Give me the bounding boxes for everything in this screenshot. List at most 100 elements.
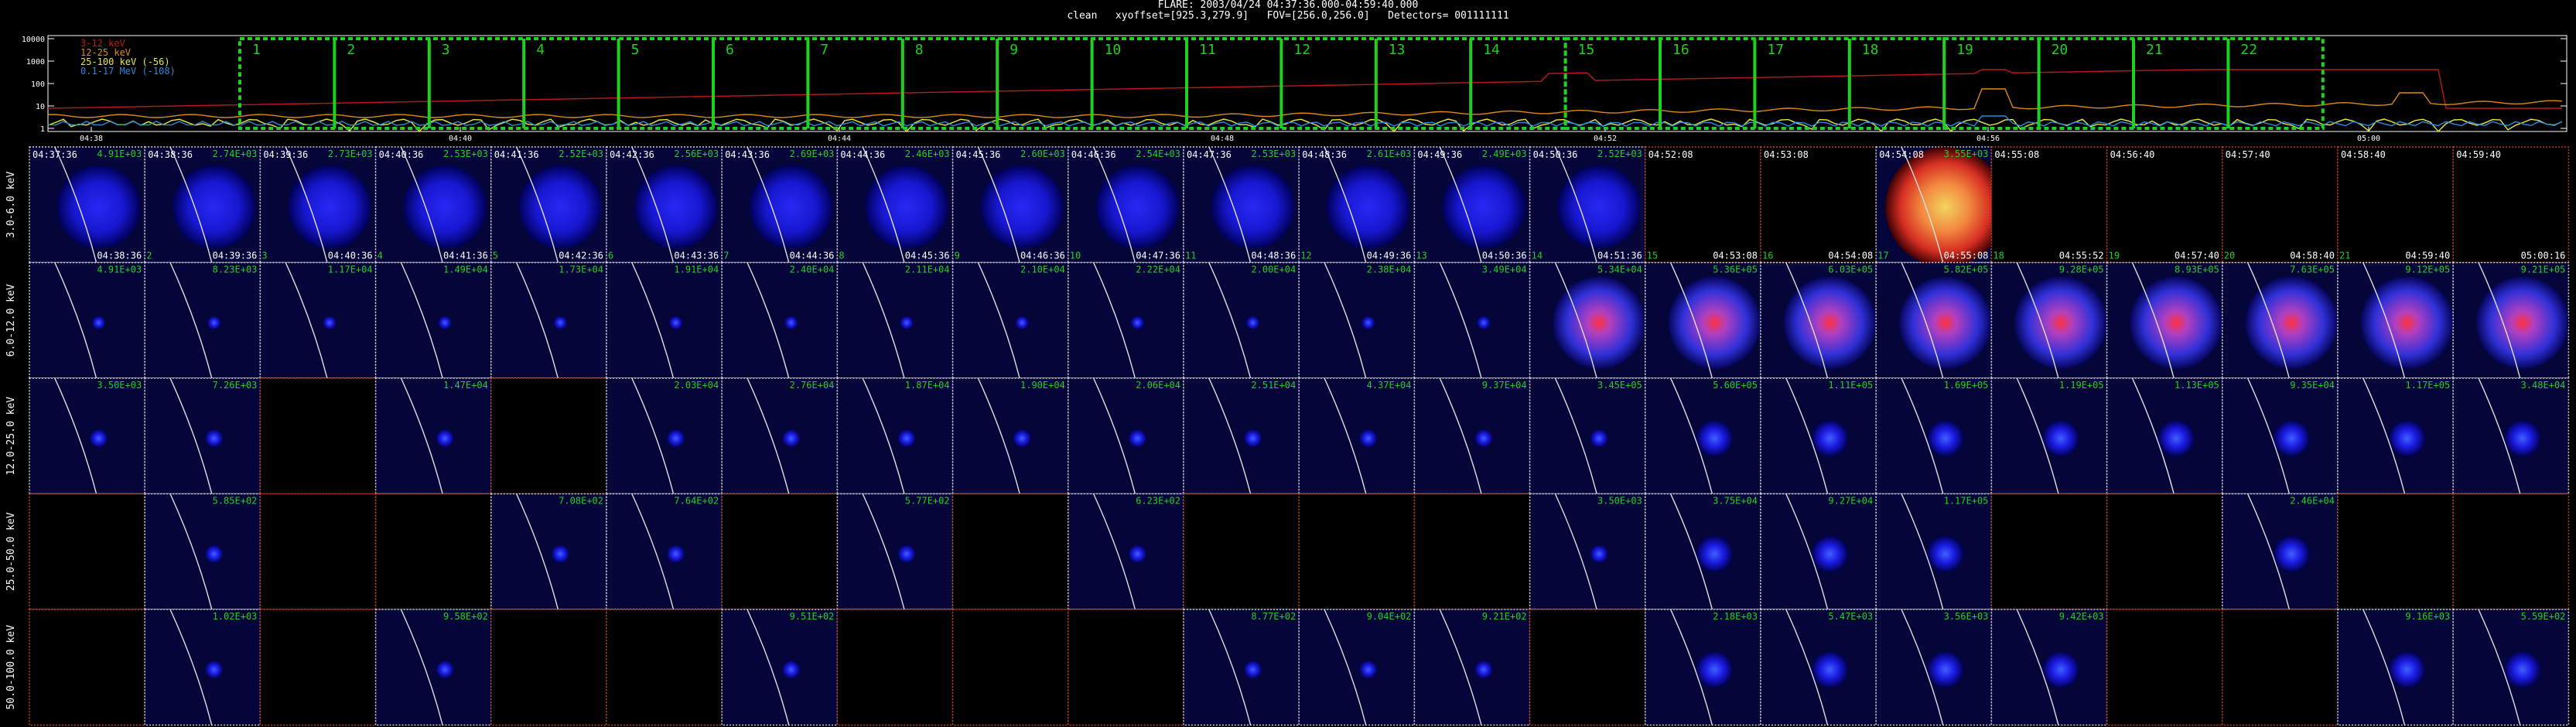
peak-counts: 2.06E+04 — [1136, 380, 1180, 391]
source-emission — [1474, 428, 1493, 448]
peak-counts: 1.11E+05 — [1828, 380, 1873, 391]
source-emission — [518, 166, 603, 249]
source-emission — [1557, 166, 1641, 249]
peak-counts: 2.49E+03 — [1482, 148, 1527, 159]
peak-counts: 2.73E+03 — [328, 148, 373, 159]
image-cell: 5.85E+02 — [144, 493, 261, 610]
end-time: 04:43:36 — [674, 251, 719, 261]
image-cell: 1.17E+04 — [259, 261, 377, 379]
image-cell: 2.54E+03 04:46:36 04:47:36 10 — [1068, 146, 1184, 264]
image-cell — [1183, 493, 1300, 610]
image-cell: 2.18E+03 — [1645, 609, 1761, 726]
image-cell: 5.60E+05 — [1645, 377, 1761, 495]
source-emission — [1128, 428, 1147, 448]
image-cell: 9.51E+02 — [721, 609, 839, 726]
peak-counts: 3.56E+03 — [1944, 611, 1989, 622]
start-time: 04:50:36 — [1533, 149, 1578, 160]
cell-frame — [721, 377, 839, 495]
interval-index: 16 — [1762, 251, 1773, 261]
peak-counts: 2.60E+03 — [1020, 148, 1065, 159]
start-time: 04:59:40 — [2456, 149, 2501, 160]
image-cell — [951, 493, 1069, 610]
image-cell: 9.42E+03 — [1990, 609, 2108, 726]
start-time: 04:37:36 — [32, 149, 77, 160]
peak-counts: 5.82E+05 — [1944, 265, 1989, 275]
interval-index: 11 — [1185, 251, 1196, 261]
peak-counts: 2.52E+03 — [1597, 148, 1642, 159]
cell-frame — [951, 609, 1069, 726]
start-time: 04:41:36 — [494, 149, 539, 160]
cell-frame — [836, 261, 954, 379]
peak-counts: 9.04E+02 — [1367, 611, 1412, 622]
peak-counts: 9.21E+02 — [1482, 611, 1527, 622]
image-cell: 04:53:08 04:54:08 16 — [1760, 146, 1877, 264]
image-cell: 3.55E+03 04:54:08 04:55:08 17 — [1875, 146, 2006, 268]
image-cell — [606, 609, 723, 726]
cell-frame — [1183, 609, 1300, 726]
peak-counts: 2.18E+03 — [1713, 611, 1758, 622]
image-cell: 9.21E+05 — [2452, 261, 2570, 379]
image-cell — [490, 609, 607, 726]
cell-frame — [1298, 261, 1416, 379]
peak-counts: 8.77E+02 — [1251, 611, 1296, 622]
peak-counts: 9.27E+04 — [1828, 496, 1873, 507]
image-cell: 1.02E+03 — [144, 609, 261, 726]
image-cell: 5.47E+03 — [1760, 609, 1877, 726]
image-cell: 04:55:08 04:55:52 18 — [1990, 146, 2108, 264]
image-cell: 2.60E+03 04:45:36 04:46:36 9 — [951, 146, 1069, 264]
peak-counts: 6.23E+02 — [1136, 496, 1180, 507]
interval-index: 2 — [146, 251, 152, 261]
end-time: 04:39:36 — [213, 251, 258, 261]
source-emission — [2157, 419, 2195, 457]
image-cell — [721, 493, 839, 610]
cell-frame — [2222, 146, 2339, 264]
peak-counts: 5.59E+02 — [2521, 611, 2566, 622]
peak-counts: 3.75E+04 — [1713, 496, 1758, 507]
cell-frame — [2106, 146, 2223, 264]
interval-index: 15 — [1647, 251, 1658, 261]
source-emission — [781, 428, 801, 448]
energy-band-label: 6.0-12.0 keV — [5, 284, 17, 357]
image-cell: 9.28E+05 — [1990, 261, 2108, 379]
image-cell — [490, 377, 607, 495]
source-emission — [1243, 428, 1262, 448]
peak-counts: 7.08E+02 — [559, 496, 603, 507]
interval-index: 17 — [1877, 251, 1888, 261]
image-cell: 2.53E+03 04:40:36 04:41:36 4 — [374, 146, 492, 264]
peak-counts: 7.63E+05 — [2290, 265, 2335, 275]
peak-counts: 3.48E+04 — [2521, 380, 2566, 391]
peak-counts: 2.40E+04 — [790, 265, 835, 275]
image-cell: 2.06E+04 — [1068, 377, 1184, 495]
image-cell: 1.73E+04 — [490, 261, 607, 379]
image-cell: 04:57:40 04:58:40 20 — [2222, 146, 2339, 264]
end-time: 04:49:36 — [1367, 251, 1412, 261]
image-cell: 8.93E+05 — [2106, 261, 2223, 379]
image-cell: 04:59:40 05:00:16 — [2452, 146, 2570, 264]
peak-counts: 9.37E+04 — [1482, 380, 1527, 391]
start-time: 04:42:36 — [610, 149, 654, 160]
image-cell: 2.73E+03 04:39:36 04:40:36 3 — [259, 146, 377, 264]
image-cell: 4.91E+03 04:37:36 04:38:36 — [29, 146, 145, 264]
cell-frame — [490, 377, 607, 495]
image-cell: 2.74E+03 04:38:36 04:39:36 2 — [144, 146, 261, 264]
image-cell: 9.35E+04 — [2222, 377, 2339, 495]
cell-frame — [1990, 146, 2108, 264]
source-emission — [1885, 147, 2006, 268]
peak-counts: 1.47E+04 — [443, 380, 488, 391]
image-cell — [259, 609, 377, 726]
peak-counts: 9.35E+04 — [2290, 380, 2335, 391]
peak-counts: 5.36E+05 — [1713, 265, 1758, 275]
image-cell — [1068, 609, 1184, 726]
image-cell: 04:52:08 04:53:08 15 — [1645, 146, 1761, 264]
image-cell: 3.75E+04 — [1645, 493, 1761, 610]
image-cell: 9.27E+04 — [1760, 493, 1877, 610]
peak-counts: 2.00E+04 — [1251, 265, 1296, 275]
image-cell — [1990, 493, 2108, 610]
peak-counts: 5.60E+05 — [1713, 380, 1758, 391]
end-time: 04:57:40 — [2175, 251, 2219, 261]
cell-frame — [2106, 493, 2223, 610]
peak-counts: 4.91E+03 — [97, 148, 142, 159]
peak-counts: 3.50E+03 — [97, 380, 142, 391]
interval-index: 9 — [955, 251, 960, 261]
end-time: 04:55:08 — [1944, 251, 1989, 261]
